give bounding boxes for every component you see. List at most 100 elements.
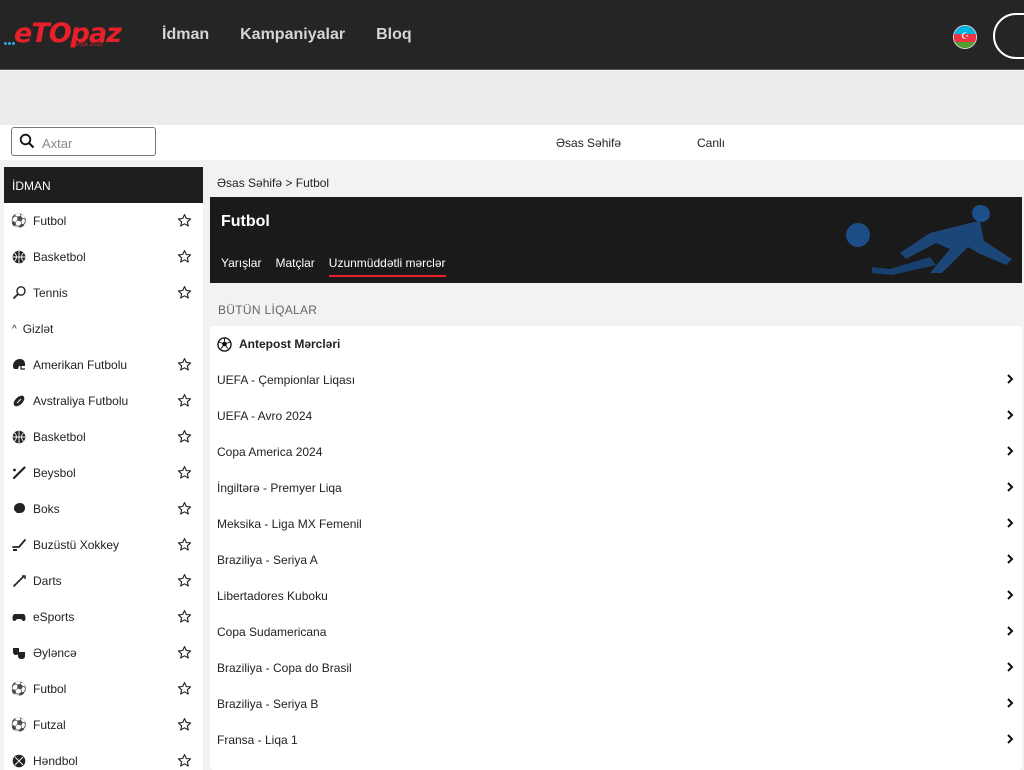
sidebar-item-avstraliya-futbolu[interactable]: Avstraliya Futbolu: [4, 383, 203, 419]
league-row[interactable]: UEFA - Avro 2024: [210, 398, 1022, 434]
logo-tagline: since 2012: [74, 42, 104, 48]
sidebar-item-buzustu-xokkey[interactable]: Buzüstü Xokkey: [4, 527, 203, 563]
subnav-live-link[interactable]: Canlı: [697, 136, 725, 150]
chevron-right-icon: [1007, 446, 1014, 456]
star-icon[interactable]: [177, 429, 192, 444]
league-row-label: İngiltərə - Premyer Liqa: [217, 481, 342, 495]
leagues-panel: Antepost Mərcləri UEFA - Çempionlar Liqa…: [210, 326, 1022, 770]
star-icon[interactable]: [177, 753, 192, 768]
basketball-icon: [11, 429, 27, 445]
star-icon[interactable]: [177, 645, 192, 660]
search-placeholder: Axtar: [42, 136, 73, 151]
star-icon[interactable]: [177, 573, 192, 588]
star-icon[interactable]: [177, 213, 192, 228]
league-row[interactable]: Libertadores Kuboku: [210, 578, 1022, 614]
hide-toggle-button[interactable]: ^ Gizlət: [4, 311, 203, 347]
star-icon[interactable]: [177, 249, 192, 264]
tennis-racket-icon: [11, 285, 27, 301]
etopaz-logo[interactable]: eTOpaz since 2012: [4, 18, 122, 50]
tab-uzunmuddetli-mercler[interactable]: Uzunmüddətli mərclər: [328, 256, 446, 277]
sidebar-item-label: eSports: [33, 610, 75, 624]
star-icon[interactable]: [177, 501, 192, 516]
nav-item-bloq[interactable]: Bloq: [376, 26, 412, 44]
league-row[interactable]: Braziliya - Seriya A: [210, 542, 1022, 578]
chevron-right-icon: [1007, 734, 1014, 744]
search-input[interactable]: Axtar: [11, 127, 156, 156]
league-row-label: UEFA - Avro 2024: [217, 409, 313, 423]
section-title: BÜTÜN LİQALAR: [218, 303, 318, 317]
sidebar-item-eylence[interactable]: Əyləncə: [4, 635, 203, 671]
star-icon[interactable]: [177, 285, 192, 300]
league-row[interactable]: UEFA - Çempionlar Liqası: [210, 362, 1022, 398]
sidebar-item-futbol[interactable]: ⚽ Futbol: [4, 203, 203, 239]
panel-heading-label: Antepost Mərcləri: [239, 337, 341, 351]
league-row-label: Meksika - Liga MX Femenil: [217, 517, 362, 531]
sidebar-item-label: Beysbol: [33, 466, 76, 480]
sidebar-item-label: Həndbol: [33, 754, 78, 768]
hide-toggle-label: Gizlət: [22, 322, 54, 336]
chevron-up-icon: ^: [12, 323, 17, 335]
sidebar-item-amerikan-futbolu[interactable]: Amerikan Futbolu: [4, 347, 203, 383]
breadcrumb[interactable]: Əsas Səhifə > Futbol: [217, 176, 329, 190]
main-nav: İdman Kampaniyalar Bloq: [162, 26, 412, 44]
login-button[interactable]: [993, 13, 1024, 59]
league-row-label: Copa Sudamericana: [217, 625, 327, 639]
boxing-glove-icon: [11, 501, 27, 517]
star-icon[interactable]: [177, 537, 192, 552]
sidebar-item-basketbol-2[interactable]: Basketbol: [4, 419, 203, 455]
sidebar-item-hendbol[interactable]: Həndbol: [4, 743, 203, 770]
sidebar-item-boks[interactable]: Boks: [4, 491, 203, 527]
sidebar-item-futzal[interactable]: ⚽ Futzal: [4, 707, 203, 743]
sidebar-item-label: Futbol: [33, 214, 67, 228]
league-row-label: Braziliya - Seriya A: [217, 553, 318, 567]
star-icon[interactable]: [177, 717, 192, 732]
subnav-home-link[interactable]: Əsas Səhifə: [556, 136, 621, 150]
sidebar-item-futbol-2[interactable]: ⚽ Futbol: [4, 671, 203, 707]
league-row-label: Fransa - Liqa 1: [217, 733, 298, 747]
league-row[interactable]: İngiltərə - Premyer Liqa: [210, 470, 1022, 506]
chevron-right-icon: [1007, 482, 1014, 492]
tab-yarislar[interactable]: Yarışlar: [221, 256, 261, 277]
league-row[interactable]: Braziliya - Copa do Brasil: [210, 650, 1022, 686]
league-row-label: Braziliya - Copa do Brasil: [217, 661, 352, 675]
league-row-label: Libertadores Kuboku: [217, 589, 328, 603]
sidebar-item-label: Basketbol: [33, 430, 86, 444]
league-row[interactable]: Copa America 2024: [210, 434, 1022, 470]
sidebar-item-basketbol[interactable]: Basketbol: [4, 239, 203, 275]
basketball-icon: [11, 249, 27, 265]
soccer-player-illustration: [846, 205, 1012, 275]
chevron-right-icon: [1007, 518, 1014, 528]
soccer-ball-icon: ⚽: [10, 213, 28, 228]
tab-matclar[interactable]: Matçlar: [275, 256, 314, 277]
league-row[interactable]: Meksika - Liga MX Femenil: [210, 506, 1022, 542]
sport-hero-banner: Futbol Yarışlar Matçlar Uzunmüddətli mər…: [210, 197, 1022, 283]
star-icon[interactable]: [177, 393, 192, 408]
sidebar-item-label: Futzal: [33, 718, 66, 732]
league-row-label: Copa America 2024: [217, 445, 323, 459]
sidebar-item-darts[interactable]: Darts: [4, 563, 203, 599]
star-icon[interactable]: [177, 681, 192, 696]
banner-area: [0, 71, 1024, 125]
search-icon: [19, 133, 35, 149]
league-row[interactable]: Braziliya - Seriya B: [210, 686, 1022, 722]
panel-heading: Antepost Mərcləri: [210, 326, 1022, 362]
league-row-label: Braziliya - Seriya B: [217, 697, 319, 711]
league-row[interactable]: Fransa - Liqa 1: [210, 722, 1022, 758]
chevron-right-icon: [1007, 662, 1014, 672]
sidebar-item-beysbol[interactable]: Beysbol: [4, 455, 203, 491]
chevron-right-icon: [1007, 590, 1014, 600]
football-helmet-icon: [11, 357, 27, 373]
sidebar-item-tennis[interactable]: Tennis: [4, 275, 203, 311]
hockey-stick-icon: [11, 537, 27, 553]
star-icon[interactable]: [177, 465, 192, 480]
sidebar-item-label: Tennis: [33, 286, 68, 300]
azerbaijan-flag-icon[interactable]: [953, 25, 977, 49]
nav-item-kampaniyalar[interactable]: Kampaniyalar: [240, 26, 345, 44]
star-icon[interactable]: [177, 357, 192, 372]
theater-masks-icon: [11, 645, 27, 661]
league-row[interactable]: Copa Sudamericana: [210, 614, 1022, 650]
sport-title: Futbol: [221, 213, 270, 230]
sidebar-item-esports[interactable]: eSports: [4, 599, 203, 635]
star-icon[interactable]: [177, 609, 192, 624]
nav-item-idman[interactable]: İdman: [162, 26, 209, 44]
